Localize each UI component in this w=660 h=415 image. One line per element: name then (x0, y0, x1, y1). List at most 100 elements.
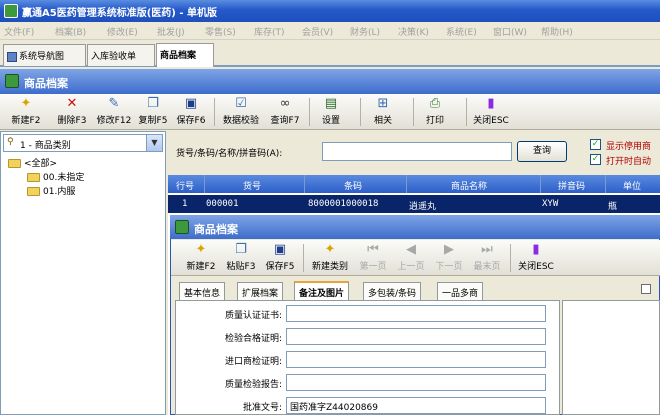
menu-inventory[interactable]: 库存(T) (254, 25, 285, 38)
menu-help[interactable]: 帮助(H) (541, 25, 573, 38)
first-page-icon: ⏮ (367, 242, 379, 257)
paste-button[interactable]: ❐ 粘贴F3 (223, 242, 259, 272)
quality-cert-field[interactable] (286, 305, 546, 322)
last-page-button[interactable]: ⏭ 最末页 (470, 242, 504, 272)
dialog-tabs: 基本信息 扩展档案 备注及图片 多包装/条码 一品多商 (171, 281, 660, 301)
cell-pinyin: XYW (542, 199, 559, 209)
category-icon: ⚲ (7, 137, 14, 147)
copy-button[interactable]: ❐ 复制F5 (135, 96, 171, 126)
print-button[interactable]: ⎙ 打印 (420, 96, 450, 126)
new-icon: ✦ (20, 96, 32, 111)
menu-file[interactable]: 文件(F) (4, 25, 34, 38)
toolbar-separator (510, 244, 511, 272)
settings-button[interactable]: ▤ 设置 (316, 96, 346, 126)
auto-open-checkbox[interactable]: ✓ (590, 154, 601, 165)
menu-bar: 文件(F) 档案(B) 修改(E) 批发(J) 零售(S) 库存(T) 会员(V… (0, 22, 660, 40)
validate-button[interactable]: ☑ 数据校验 (219, 96, 263, 126)
menu-finance[interactable]: 财务(L) (350, 25, 380, 38)
settings-icon: ▤ (324, 96, 338, 111)
menu-modify[interactable]: 修改(E) (107, 25, 138, 38)
app-icon (4, 4, 18, 18)
approval-number-field[interactable]: 国药准字Z44020869 (286, 397, 546, 414)
quality-report-label: 质量检验报告: (224, 380, 282, 390)
inspection-cert-field[interactable] (286, 328, 546, 345)
col-product-name[interactable]: 商品名称 (451, 179, 487, 192)
panel-icon (5, 74, 19, 88)
panel-title: 商品档案 (24, 77, 68, 90)
menu-decision[interactable]: 决策(K) (398, 25, 429, 38)
menu-archive[interactable]: 档案(B) (55, 25, 86, 38)
menu-system[interactable]: 系统(E) (446, 25, 477, 38)
dialog-save-button[interactable]: ▣ 保存F5 (262, 242, 298, 272)
col-pinyin[interactable]: 拼音码 (558, 179, 585, 192)
prev-page-button[interactable]: ◀ 上一页 (394, 242, 428, 272)
delete-button[interactable]: ✕ 删除F3 (50, 96, 94, 126)
cell-unit: 瓶 (608, 202, 618, 212)
validate-icon: ☑ (235, 96, 247, 111)
save-button[interactable]: ▣ 保存F6 (172, 96, 210, 126)
related-button[interactable]: ⊞ 相关 (368, 96, 398, 126)
tree-item-unassigned[interactable]: 00.未指定 (27, 170, 84, 183)
folder-icon (27, 173, 40, 182)
menu-member[interactable]: 会员(V) (302, 25, 333, 38)
tab-product-archive[interactable]: 商品档案 (156, 43, 214, 67)
col-item-no[interactable]: 货号 (243, 179, 261, 192)
tab-basic-info[interactable]: 基本信息 (179, 282, 226, 300)
dialog-new-button[interactable]: ✦ 新建F2 (183, 242, 219, 272)
first-page-button[interactable]: ⏮ 第一页 (356, 242, 390, 272)
dialog-toolbar: ✦ 新建F2 ❐ 粘贴F3 ▣ 保存F5 ✦ 新建类别 ⏮ 第一页 ◀ 上一页 ▶ 下一页 ⏭… (171, 240, 660, 276)
edit-button[interactable]: ✎ 修改F12 (94, 96, 134, 126)
dialog-close-button[interactable]: ▮ 关闭ESC (516, 242, 556, 272)
new-category-button[interactable]: ✦ 新建类别 (307, 242, 353, 272)
related-icon: ⊞ (377, 96, 389, 111)
window-title: 赢通A5医药管理系统标准版(医药) - 单机版 (22, 8, 217, 19)
dialog-title-bar: 商品档案 (170, 215, 660, 239)
search-input[interactable] (322, 142, 512, 161)
show-disabled-checkbox[interactable]: ✓ (590, 139, 601, 150)
toolbar-separator (413, 98, 414, 126)
tab-multi-vendor[interactable]: 一品多商 (437, 282, 484, 300)
new-icon: ✦ (195, 242, 207, 257)
quality-report-field[interactable] (286, 374, 546, 391)
tab-receiving[interactable]: 入库验收单 (87, 44, 155, 66)
table-row[interactable]: 1 000001 8000001000018 逍遥丸 XYW 瓶 (168, 195, 660, 213)
cell-item-no: 000001 (206, 199, 239, 209)
tab-multi-package[interactable]: 多包装/条码 (363, 282, 422, 300)
search-label: 货号/条码/名称/拼音码(A): (176, 149, 283, 159)
import-cert-field[interactable] (286, 351, 546, 368)
menu-retail[interactable]: 零售(S) (205, 25, 236, 38)
auto-open-label: 打开时自动 (606, 157, 652, 167)
new-button[interactable]: ✦ 新建F2 (4, 96, 48, 126)
navigation-icon (7, 51, 17, 62)
chevron-down-icon[interactable]: ▼ (146, 135, 162, 151)
delete-icon: ✕ (66, 96, 78, 111)
toolbar-separator (309, 98, 310, 126)
show-disabled-label: 显示停用商 (606, 142, 652, 152)
next-page-button[interactable]: ▶ 下一页 (432, 242, 466, 272)
tab-extended-archive[interactable]: 扩展档案 (237, 282, 284, 300)
tree-item-all[interactable]: <全部> (8, 156, 57, 169)
edit-icon: ✎ (108, 96, 120, 111)
close-icon: ▮ (487, 96, 495, 111)
query-button[interactable]: 查询 (517, 141, 567, 162)
menu-wholesale[interactable]: 批发(J) (157, 25, 185, 38)
tab-navigation[interactable]: 系统导航图 (3, 44, 86, 66)
close-icon: ▮ (532, 242, 540, 257)
grid-header: 行号 货号 条码 商品名称 拼音码 单位 (168, 175, 660, 193)
tab-notes-images[interactable]: 备注及图片 (294, 281, 350, 301)
toolbar-separator (303, 244, 304, 272)
col-unit[interactable]: 单位 (623, 179, 641, 192)
category-select[interactable]: ⚲ 1 - 商品类别 ▼ (3, 134, 163, 152)
save-icon: ▣ (273, 242, 287, 257)
menu-window[interactable]: 窗口(W) (493, 25, 527, 38)
dialog-checkbox[interactable] (641, 284, 651, 294)
cell-row-no: 1 (182, 199, 188, 209)
next-page-icon: ▶ (444, 242, 454, 257)
tree-item-oral[interactable]: 01.内服 (27, 184, 75, 197)
col-row-no[interactable]: 行号 (176, 179, 194, 192)
binoculars-icon: ∞ (279, 96, 291, 111)
col-barcode[interactable]: 条码 (344, 179, 362, 192)
close-button[interactable]: ▮ 关闭ESC (472, 96, 510, 126)
paste-icon: ❐ (235, 242, 247, 257)
query-button[interactable]: ∞ 查询F7 (265, 96, 305, 126)
